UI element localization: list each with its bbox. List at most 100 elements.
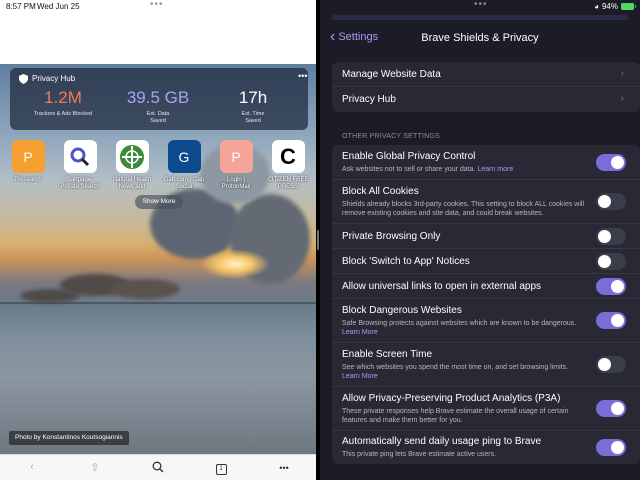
row-description: See which websites you spend the most ti… (342, 364, 569, 380)
letter-c-icon: C (271, 140, 305, 173)
chevron-right-icon: › (620, 93, 624, 104)
battery-icon (621, 3, 636, 10)
multitasking-dots[interactable]: ••• (474, 0, 488, 10)
favorite-gab[interactable]: G Gab.com / Gab Social (161, 140, 207, 191)
row-label: Block 'Switch to App' Notices (342, 256, 470, 267)
row-block-dangerous-websites: Block Dangerous Websites Safe Browsing p… (332, 299, 640, 343)
row-private-browsing-only: Private Browsing Only (332, 224, 640, 249)
learn-more-link[interactable]: Learn More (342, 329, 378, 336)
row-label: Enable Screen Time (342, 349, 433, 360)
bottom-toolbar: ‹ ⇧ 1 ••• (0, 454, 316, 480)
show-more-button[interactable]: Show More (135, 195, 183, 209)
status-date: Wed Jun 25 (37, 2, 80, 11)
other-privacy-settings-group: Enable Global Privacy Control Ask websit… (332, 145, 640, 464)
divider-handle[interactable] (317, 230, 319, 250)
magnifier-logo-icon (63, 140, 97, 173)
learn-more-link[interactable]: Learn More (342, 373, 378, 380)
share-icon[interactable]: ⇧ (85, 461, 105, 474)
wifi-icon: ◕ (594, 2, 599, 11)
shield-icon (19, 74, 28, 84)
stat-value: 1.2M (44, 88, 82, 107)
favorite-label: CITIZEN FREE PRESS (267, 177, 309, 190)
status-bar: 8:57 PM Wed Jun 25 ••• (0, 0, 316, 14)
letter-g-icon: G (167, 140, 201, 173)
battery-percent: 94% (601, 2, 618, 11)
row-label: Block All Cookies (342, 186, 419, 197)
status-indicators: ◕ 94% (594, 2, 636, 11)
learn-more-link[interactable]: Learn more (477, 166, 513, 173)
globe-logo-icon (115, 140, 149, 173)
row-description: Safe Browsing protects against websites … (342, 320, 577, 336)
row-block-all-cookies: Block All Cookies Shields already blocks… (332, 180, 640, 224)
toggle-global-privacy-control[interactable] (596, 154, 626, 171)
status-time: 8:57 PM (6, 2, 36, 11)
toggle-private-browsing-only[interactable] (596, 228, 626, 245)
row-description: Ask websites not to sell or share your d… (342, 166, 514, 173)
toggle-universal-links[interactable] (596, 278, 626, 295)
photo-credit[interactable]: Photo by Konstantinos Koutsogiannis (9, 431, 129, 445)
row-label: Automatically send daily usage ping to B… (342, 436, 542, 447)
toggle-block-dangerous-websites[interactable] (596, 312, 626, 329)
privacy-hub-more-icon[interactable]: ••• (298, 71, 307, 81)
navigation-bar: ‹ Settings Brave Shields & Privacy (320, 22, 640, 58)
toggle-block-switch-to-app[interactable] (596, 253, 626, 270)
stat-time-saved: 17h Est. Time Saved (218, 88, 288, 124)
settings-pane: ••• ◕ 94% ‹ Settings Brave Shields & Pri… (320, 0, 640, 480)
toggle-block-all-cookies[interactable] (596, 193, 626, 210)
row-screen-time: Enable Screen Time See which websites yo… (332, 343, 640, 387)
row-label: Allow Privacy-Preserving Product Analyti… (342, 393, 561, 404)
stat-label: Est. Data Saved (146, 111, 170, 124)
more-menu-icon[interactable]: ••• (274, 463, 294, 473)
favorite-protonmail[interactable]: P Login | ProtonMail (213, 140, 259, 191)
stat-label: Trackers & Ads Blocked (33, 111, 93, 117)
row-description: This private ping lets Brave estimate ac… (342, 451, 497, 458)
favorite-label: Startpage - Private Search (60, 177, 100, 190)
section-header: OTHER PRIVACY SETTINGS (342, 133, 440, 140)
row-description: These private responses help Brave estim… (342, 408, 569, 424)
row-p3a: Allow Privacy-Preserving Product Analyti… (332, 387, 640, 431)
search-icon[interactable] (148, 461, 168, 476)
multitasking-dots[interactable]: ••• (150, 0, 164, 10)
row-description: Shields already blocks 3rd-party cookies… (342, 201, 585, 217)
favorite-label: Natural Health News and (112, 177, 152, 190)
new-tab-page-pane: 8:57 PM Wed Jun 25 ••• Privacy Hub ••• 1… (0, 0, 316, 480)
stat-trackers-blocked: 1.2M Trackers & Ads Blocked (28, 88, 98, 118)
privacy-hub-title: Privacy Hub (32, 74, 76, 83)
tabs-button[interactable]: 1 (211, 461, 231, 475)
privacy-hub-card[interactable]: Privacy Hub ••• 1.2M Trackers & Ads Bloc… (10, 68, 308, 130)
stat-value: 17h (238, 88, 268, 107)
row-label: Block Dangerous Websites (342, 305, 462, 316)
row-label: Manage Website Data (342, 69, 441, 80)
letter-p-icon: P (11, 140, 45, 173)
page-title: Brave Shields & Privacy (421, 32, 539, 44)
toggle-daily-usage-ping[interactable] (596, 439, 626, 456)
top-strip (332, 15, 628, 20)
favorite-label: Login | ProtonMail (221, 177, 251, 190)
favorite-startpage[interactable]: Startpage - Private Search (57, 140, 103, 191)
tabs-count: 1 (215, 464, 227, 475)
back-arrow-icon[interactable]: ‹ (22, 461, 42, 473)
row-universal-links: Allow universal links to open in externa… (332, 274, 640, 299)
favorite-presearch[interactable]: P Presearch (5, 140, 51, 184)
favorite-natural-health[interactable]: Natural Health News and (109, 140, 155, 191)
stat-data-saved: 39.5 GB Est. Data Saved (123, 88, 193, 124)
row-privacy-hub[interactable]: Privacy Hub › (332, 87, 640, 112)
row-label: Privacy Hub (342, 94, 396, 105)
favorite-citizen-free-press[interactable]: C CITIZEN FREE PRESS (265, 140, 311, 191)
toggle-screen-time[interactable] (596, 356, 626, 373)
row-label: Enable Global Privacy Control (342, 151, 476, 162)
row-global-privacy-control: Enable Global Privacy Control Ask websit… (332, 145, 640, 180)
chevron-right-icon: › (620, 68, 624, 79)
stat-label: Est. Time Saved (241, 111, 265, 124)
row-daily-usage-ping: Automatically send daily usage ping to B… (332, 431, 640, 464)
stat-value: 39.5 GB (126, 88, 190, 107)
favorite-label: Gab.com / Gab Social (163, 177, 205, 190)
toggle-p3a[interactable] (596, 400, 626, 417)
top-settings-group: Manage Website Data › Privacy Hub › (332, 62, 640, 112)
ipad-split-view: 8:57 PM Wed Jun 25 ••• Privacy Hub ••• 1… (0, 0, 640, 480)
row-manage-website-data[interactable]: Manage Website Data › (332, 62, 640, 87)
row-label: Private Browsing Only (342, 231, 441, 242)
favorite-label: Presearch (14, 177, 42, 183)
row-block-switch-to-app: Block 'Switch to App' Notices (332, 249, 640, 274)
row-label: Allow universal links to open in externa… (342, 281, 541, 292)
